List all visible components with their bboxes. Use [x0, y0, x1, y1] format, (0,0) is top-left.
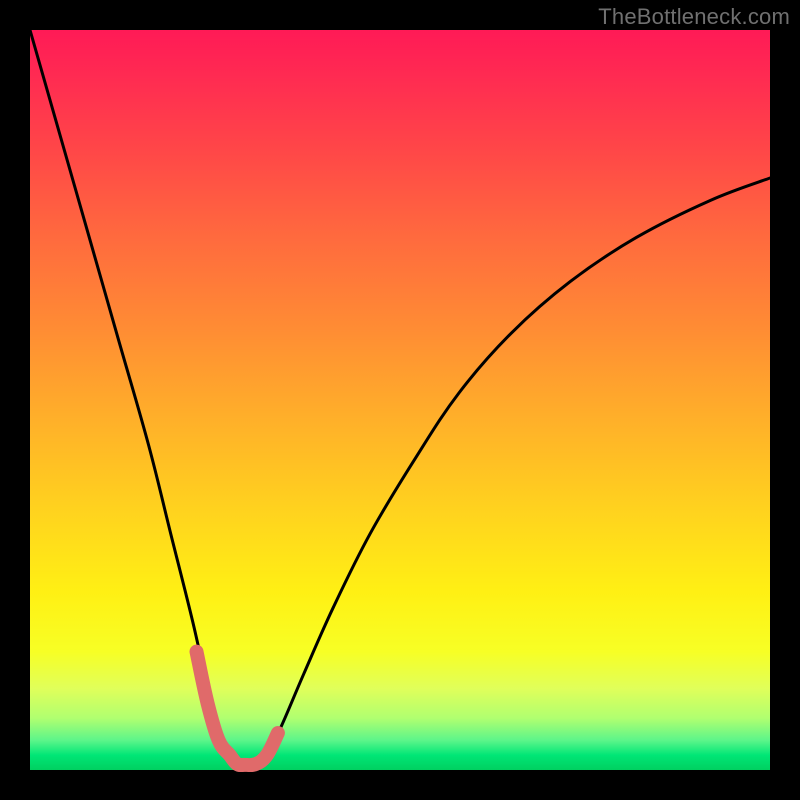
watermark-text: TheBottleneck.com — [598, 4, 790, 30]
highlight-segment — [197, 652, 278, 766]
plot-area — [30, 30, 770, 770]
chart-frame: TheBottleneck.com — [0, 0, 800, 800]
curve-layer — [30, 30, 770, 770]
bottleneck-curve — [30, 30, 770, 765]
